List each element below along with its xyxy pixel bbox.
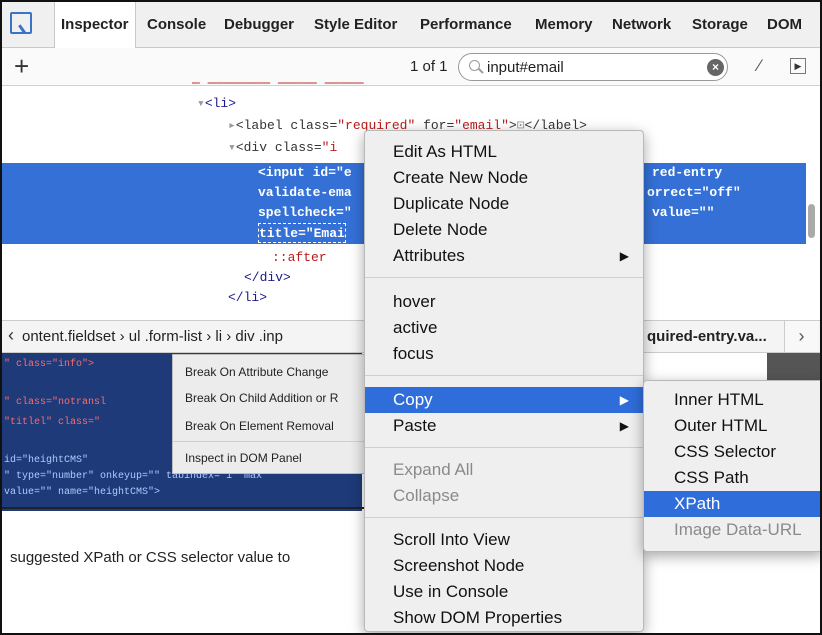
search-icon bbox=[469, 60, 480, 71]
submenu-arrow-icon: ▶ bbox=[619, 393, 629, 407]
submenu-arrow-icon: ▶ bbox=[619, 419, 629, 433]
add-node-button[interactable]: + bbox=[14, 51, 29, 82]
toggle-sidebar-button[interactable]: ▶ bbox=[790, 58, 806, 74]
submenu-item-css-path[interactable]: CSS Path bbox=[644, 465, 820, 491]
devtools-window: Inspector Console Debugger Style Editor … bbox=[0, 0, 822, 635]
menu-item-expand-all[interactable]: Expand All bbox=[365, 457, 643, 483]
menu-item-hover[interactable]: hover bbox=[365, 289, 643, 315]
submenu-item-css-selector[interactable]: CSS Selector bbox=[644, 439, 820, 465]
tab-storage[interactable]: Storage bbox=[692, 2, 748, 48]
tab-inspector[interactable]: Inspector bbox=[54, 2, 136, 48]
clear-search-icon[interactable]: × bbox=[707, 59, 724, 76]
search-value: input#email bbox=[487, 59, 564, 76]
menu-item-attributes[interactable]: Attributes ▶ bbox=[365, 243, 643, 269]
submenu-item-xpath[interactable]: XPath bbox=[644, 491, 820, 517]
inspector-toolbar: + 1 of 1 input#email × ⁄ ▶ bbox=[2, 48, 820, 86]
background-context-menu: Break On Attribute Change Break On Child… bbox=[172, 354, 368, 474]
search-input[interactable]: input#email × bbox=[458, 53, 728, 81]
copy-submenu: Inner HTML Outer HTML CSS Selector CSS P… bbox=[643, 380, 820, 552]
breadcrumb-current[interactable]: quired-entry.va... bbox=[647, 328, 767, 345]
eyedropper-icon[interactable]: ⁄ bbox=[758, 56, 761, 76]
tab-performance[interactable]: Performance bbox=[420, 2, 512, 48]
markup-line-div-close: </div> bbox=[244, 270, 291, 285]
markup-line-spellcheck: spellcheck=" bbox=[258, 205, 352, 220]
menu-item-focus[interactable]: focus bbox=[365, 341, 643, 367]
markup-line-validate: validate-ema bbox=[258, 185, 352, 200]
menu-item-show-dom-properties[interactable]: Show DOM Properties bbox=[365, 605, 643, 631]
markup-line-partial: ─ ──────── ───── ───── bbox=[192, 76, 364, 91]
breadcrumb-next-icon[interactable]: › bbox=[784, 321, 818, 352]
menu-item-collapse[interactable]: Collapse bbox=[365, 483, 643, 509]
menu-item-edit-as-html[interactable]: Edit As HTML bbox=[365, 139, 643, 165]
markup-line-after[interactable]: ::after bbox=[272, 248, 327, 268]
submenu-item-outer-html[interactable]: Outer HTML bbox=[644, 413, 820, 439]
background-text: suggested XPath or CSS selector value to bbox=[10, 549, 291, 566]
menu-item-active[interactable]: active bbox=[365, 315, 643, 341]
submenu-item-inner-html[interactable]: Inner HTML bbox=[644, 387, 820, 413]
markup-line-autocorrect: orrect="off" bbox=[647, 185, 741, 200]
menu-item-scroll-into-view[interactable]: Scroll Into View bbox=[365, 527, 643, 553]
markup-line-input-tail: red-entry bbox=[652, 165, 723, 180]
markup-line-value: value="" bbox=[652, 205, 715, 220]
markup-line-li[interactable]: ▾<li> bbox=[197, 94, 236, 114]
menu-item-copy[interactable]: Copy ▶ bbox=[365, 387, 643, 413]
tab-console[interactable]: Console bbox=[147, 2, 206, 48]
markup-line-title: title="Emai bbox=[258, 223, 346, 243]
menu-item-paste[interactable]: Paste ▶ bbox=[365, 413, 643, 439]
markup-line-li-close: </li> bbox=[228, 290, 268, 305]
tab-memory[interactable]: Memory bbox=[535, 2, 593, 48]
tab-network[interactable]: Network bbox=[612, 2, 671, 48]
markup-line-input[interactable]: <input id="e bbox=[258, 163, 352, 183]
menu-item-use-in-console[interactable]: Use in Console bbox=[365, 579, 643, 605]
menu-item-delete-node[interactable]: Delete Node bbox=[365, 217, 643, 243]
search-match-count: 1 of 1 bbox=[410, 58, 448, 75]
element-picker-icon[interactable] bbox=[10, 12, 32, 34]
markup-scrollbar[interactable] bbox=[808, 204, 815, 238]
tab-style-editor[interactable]: Style Editor bbox=[314, 2, 397, 48]
markup-line-div[interactable]: ▾<div class="i bbox=[228, 138, 337, 158]
context-menu: Edit As HTML Create New Node Duplicate N… bbox=[364, 130, 644, 632]
menu-item-screenshot-node[interactable]: Screenshot Node bbox=[365, 553, 643, 579]
menu-item-create-new-node[interactable]: Create New Node bbox=[365, 165, 643, 191]
submenu-arrow-icon: ▶ bbox=[619, 249, 629, 263]
tab-debugger[interactable]: Debugger bbox=[224, 2, 294, 48]
tab-bar: Inspector Console Debugger Style Editor … bbox=[2, 2, 820, 48]
menu-item-duplicate-node[interactable]: Duplicate Node bbox=[365, 191, 643, 217]
tab-dom[interactable]: DOM bbox=[767, 2, 802, 48]
submenu-item-image-data-url[interactable]: Image Data-URL bbox=[644, 517, 820, 543]
breadcrumb-prev-icon[interactable]: ‹ bbox=[8, 325, 14, 346]
breadcrumb-path[interactable]: ontent.fieldset › ul .form-list › li › d… bbox=[22, 328, 283, 345]
